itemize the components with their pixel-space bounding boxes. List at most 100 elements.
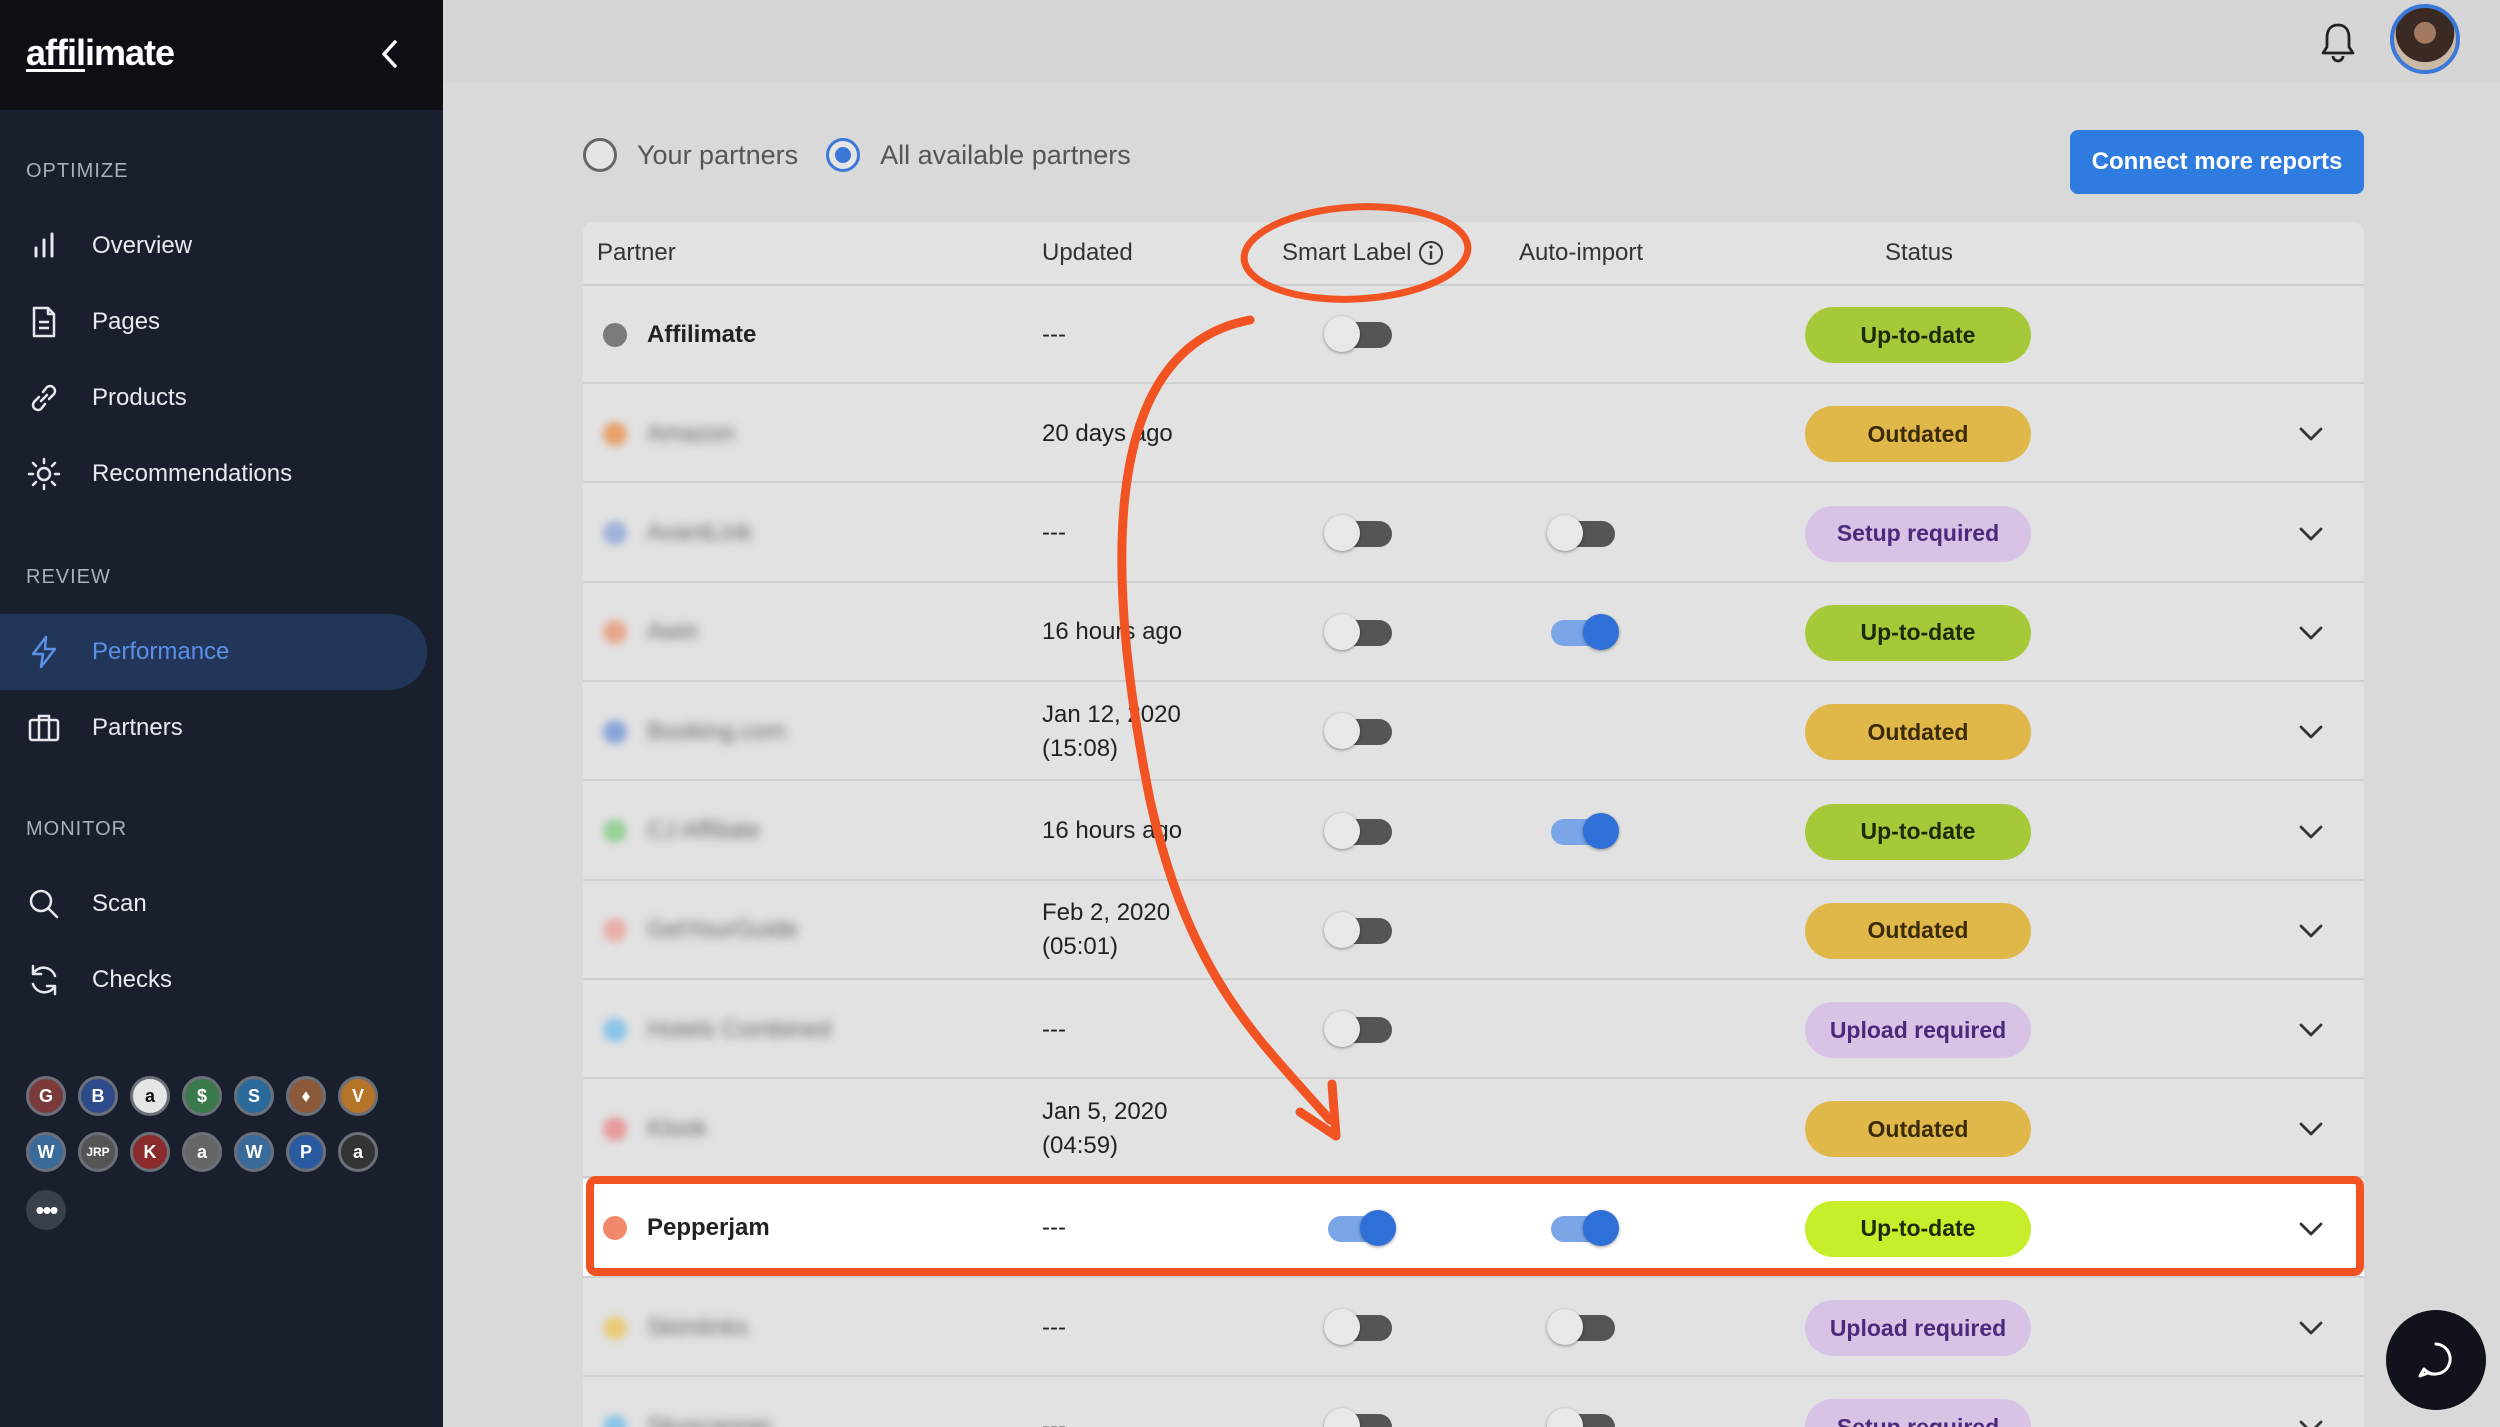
sidebar-item-label: Recommendations	[92, 460, 293, 487]
chevron-down-icon[interactable]	[2297, 1115, 2325, 1143]
avatar[interactable]	[2390, 4, 2460, 74]
updated-cell: Jan 5, 2020 (04:59)	[1042, 1097, 1168, 1159]
auto-import-toggle[interactable]	[1547, 1408, 1615, 1427]
partner-logo[interactable]: B	[78, 1076, 118, 1116]
sidebar-item-checks[interactable]: Checks	[0, 942, 427, 1018]
bell-icon[interactable]	[2316, 20, 2360, 64]
chat-button[interactable]	[2386, 1310, 2486, 1410]
sidebar-item-products[interactable]: Products	[0, 360, 427, 436]
partner-logo[interactable]: W	[234, 1132, 274, 1172]
smart-label-toggle[interactable]	[1324, 1408, 1392, 1427]
chat-bubble-icon	[2418, 1342, 2452, 1378]
toggle-knob	[1547, 514, 1583, 551]
more-partners-button[interactable]: •••	[26, 1190, 66, 1230]
chevron-down-icon[interactable]	[2297, 520, 2325, 548]
document-icon	[32, 306, 56, 338]
partner-logo-icon	[603, 819, 627, 843]
toggle-knob	[1324, 812, 1360, 849]
sidebar-item-label: Overview	[92, 232, 193, 259]
chevron-down-icon[interactable]	[2297, 1314, 2325, 1342]
table-row[interactable]: Affilimate --- Up-to-date	[583, 285, 2364, 384]
column-header-partner[interactable]: Partner	[597, 222, 676, 284]
table-row[interactable]: Awin 16 hours ago Up-to-date	[583, 583, 2364, 682]
table-row[interactable]: Hotels Combined --- Upload required	[583, 980, 2364, 1080]
chevron-down-icon[interactable]	[2297, 718, 2325, 746]
partner-name: Booking.com	[647, 717, 786, 745]
partner-logo[interactable]: G	[26, 1076, 66, 1116]
sidebar-item-performance[interactable]: Performance	[0, 614, 427, 690]
radio-all-partners[interactable]	[826, 138, 861, 172]
sidebar-item-overview[interactable]: Overview	[0, 208, 427, 284]
chevron-down-icon[interactable]	[2297, 818, 2325, 846]
sidebar-item-label: Performance	[92, 638, 230, 665]
column-header-auto-import[interactable]: Auto-import	[1519, 222, 1643, 284]
toggle-knob	[1324, 613, 1360, 650]
table-row[interactable]: Klook Jan 5, 2020 (04:59) Outdated	[583, 1079, 2364, 1179]
toggle-knob	[1324, 713, 1360, 750]
table-row[interactable]: Skimlinks --- Upload required	[583, 1278, 2364, 1377]
column-header-smart-label[interactable]: Smart Label	[1282, 222, 1445, 284]
chevron-down-icon[interactable]	[2297, 1016, 2325, 1044]
partner-logo[interactable]: $	[182, 1076, 222, 1116]
table-row[interactable]: GetYourGuide Feb 2, 2020 (05:01) Outdated	[583, 881, 2364, 980]
table-row[interactable]: Pepperjam --- Up-to-date	[583, 1178, 2364, 1278]
auto-import-toggle[interactable]	[1551, 812, 1619, 849]
chevron-down-icon[interactable]	[2297, 1215, 2325, 1243]
partner-logo[interactable]: V	[338, 1076, 378, 1116]
auto-import-toggle[interactable]	[1551, 1209, 1619, 1246]
smart-label-toggle[interactable]	[1324, 1011, 1392, 1048]
smart-label-toggle[interactable]	[1328, 1209, 1396, 1246]
partner-cell: Skyscanner	[603, 1377, 772, 1427]
partner-logo-icon	[603, 1116, 627, 1141]
app-logo[interactable]: affilimate	[26, 32, 175, 74]
partner-logo[interactable]: a	[130, 1076, 170, 1116]
chevron-down-icon[interactable]	[2297, 619, 2325, 647]
info-icon[interactable]	[1417, 239, 1445, 267]
chevron-down-icon[interactable]	[2297, 1413, 2325, 1427]
auto-import-toggle[interactable]	[1547, 1309, 1615, 1345]
chevron-down-icon[interactable]	[2297, 420, 2325, 448]
partner-logo[interactable]: ♦	[286, 1076, 326, 1116]
partner-logo[interactable]: a	[182, 1132, 222, 1172]
updated-cell: ---	[1042, 519, 1066, 547]
smart-label-toggle[interactable]	[1324, 613, 1392, 650]
smart-label-toggle[interactable]	[1324, 713, 1392, 750]
partner-logo[interactable]: K	[130, 1132, 170, 1172]
table-row[interactable]: CJ Affiliate 16 hours ago Up-to-date	[583, 782, 2364, 881]
partner-logo[interactable]: P	[286, 1132, 326, 1172]
smart-label-toggle[interactable]	[1324, 911, 1392, 948]
sidebar: affilimate OPTIMIZE Overview Pages Produ…	[0, 0, 443, 1427]
column-header-status[interactable]: Status	[1885, 222, 1953, 284]
partner-cell: Skimlinks	[603, 1278, 748, 1377]
connect-more-reports-button[interactable]: Connect more reports	[2070, 130, 2364, 194]
auto-import-toggle[interactable]	[1551, 613, 1619, 650]
auto-import-toggle[interactable]	[1547, 514, 1615, 551]
collapse-sidebar-icon[interactable]	[375, 36, 405, 72]
column-header-updated[interactable]: Updated	[1042, 222, 1133, 284]
sidebar-item-partners[interactable]: Partners	[0, 690, 427, 766]
partner-cell: Hotels Combined	[603, 980, 831, 1079]
partner-cell: GetYourGuide	[603, 881, 798, 980]
sidebar-item-pages[interactable]: Pages	[0, 284, 427, 360]
partner-logo[interactable]: JRP	[78, 1132, 118, 1172]
radio-your-partners[interactable]	[583, 138, 617, 172]
partner-logo[interactable]: W	[26, 1132, 66, 1172]
table-row[interactable]: Amazon 20 days ago Outdated	[583, 384, 2364, 484]
partner-filter: Your partners All available partners	[583, 138, 1131, 172]
chevron-down-icon[interactable]	[2297, 917, 2325, 945]
smart-label-toggle[interactable]	[1324, 316, 1392, 352]
updated-cell: Feb 2, 2020 (05:01)	[1042, 899, 1171, 961]
partner-logo-icon	[603, 421, 627, 446]
partner-logo-icon	[603, 521, 627, 546]
table-row[interactable]: Skyscanner --- Setup required	[583, 1377, 2364, 1427]
partner-logo[interactable]: a	[338, 1132, 378, 1172]
sidebar-item-recommendations[interactable]: Recommendations	[0, 436, 427, 512]
smart-label-toggle[interactable]	[1324, 514, 1392, 551]
table-row[interactable]: AvantLink --- Setup required	[583, 484, 2364, 583]
partner-logo[interactable]: S	[234, 1076, 274, 1116]
table-row[interactable]: Booking.com Jan 12, 2020 (15:08) Outdated	[583, 682, 2364, 782]
smart-label-toggle[interactable]	[1324, 1309, 1392, 1345]
partner-logo-icon	[603, 1017, 627, 1042]
sidebar-item-scan[interactable]: Scan	[0, 866, 427, 942]
smart-label-toggle[interactable]	[1324, 812, 1392, 849]
